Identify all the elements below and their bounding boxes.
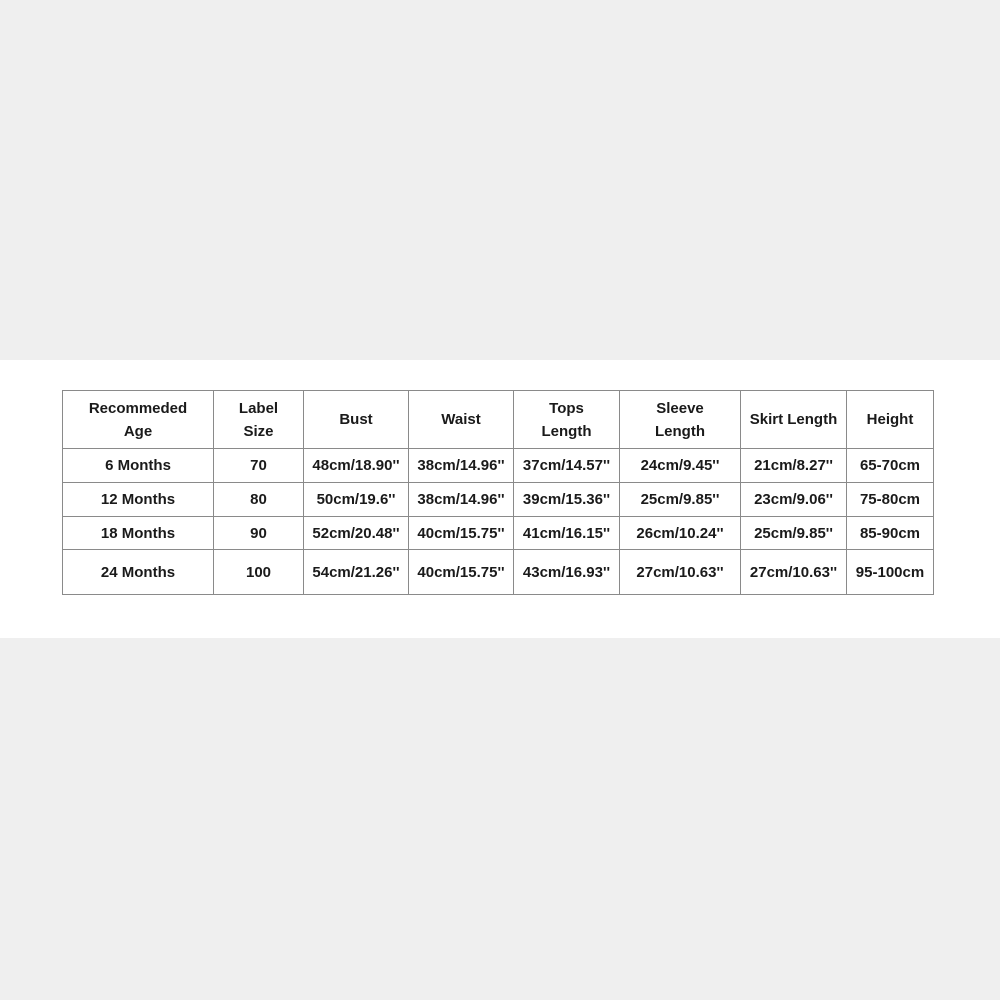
cell-sleeve-length: 24cm/9.45'' [619, 448, 741, 483]
cell-label-size: 80 [213, 482, 304, 517]
header-bust: Bust [303, 390, 409, 449]
header-line: Label [238, 399, 279, 417]
header-line: Size [243, 422, 274, 440]
cell-bust: 50cm/19.6'' [303, 482, 409, 517]
cell-height: 65-70cm [846, 448, 934, 483]
cell-age: 6 Months [62, 448, 214, 483]
cell-skirt-length: 23cm/9.06'' [740, 482, 847, 517]
cell-sleeve-length: 27cm/10.63'' [619, 549, 741, 595]
header-line: Length [655, 422, 705, 440]
cell-sleeve-length: 26cm/10.24'' [619, 516, 741, 550]
cell-bust: 54cm/21.26'' [303, 549, 409, 595]
header-line: Height [866, 411, 914, 428]
cell-label-size: 70 [213, 448, 304, 483]
header-recommended-age: Recommeded Age [62, 390, 214, 449]
cell-height: 85-90cm [846, 516, 934, 550]
size-chart-table: Recommeded Age Label Size Bust Waist Top… [62, 390, 934, 595]
cell-waist: 40cm/15.75'' [408, 549, 514, 595]
cell-label-size: 100 [213, 549, 304, 595]
header-height: Height [846, 390, 934, 449]
header-line: Tops [549, 399, 584, 417]
cell-label-size: 90 [213, 516, 304, 550]
cell-bust: 48cm/18.90'' [303, 448, 409, 483]
cell-tops-length: 41cm/16.15'' [513, 516, 620, 550]
table-row: 24 Months 100 54cm/21.26'' 40cm/15.75'' … [62, 549, 934, 595]
cell-tops-length: 43cm/16.93'' [513, 549, 620, 595]
header-skirt-length: Skirt Length [740, 390, 847, 449]
header-sleeve-length: Sleeve Length [619, 390, 741, 449]
header-label-size: Label Size [213, 390, 304, 449]
cell-waist: 38cm/14.96'' [408, 482, 514, 517]
cell-age: 12 Months [62, 482, 214, 517]
header-tops-length: Tops Length [513, 390, 620, 449]
cell-age: 24 Months [62, 549, 214, 595]
header-line: Bust [339, 411, 373, 428]
cell-skirt-length: 27cm/10.63'' [740, 549, 847, 595]
table-row: 6 Months 70 48cm/18.90'' 38cm/14.96'' 37… [62, 448, 934, 483]
table-row: 12 Months 80 50cm/19.6'' 38cm/14.96'' 39… [62, 482, 934, 517]
header-line: Skirt Length [749, 411, 838, 428]
table-row: 18 Months 90 52cm/20.48'' 40cm/15.75'' 4… [62, 516, 934, 550]
header-line: Waist [441, 411, 481, 428]
cell-height: 95-100cm [846, 549, 934, 595]
cell-height: 75-80cm [846, 482, 934, 517]
header-line: Length [541, 422, 592, 440]
header-waist: Waist [408, 390, 514, 449]
cell-waist: 38cm/14.96'' [408, 448, 514, 483]
cell-waist: 40cm/15.75'' [408, 516, 514, 550]
header-line: Recommeded [88, 399, 188, 417]
cell-bust: 52cm/20.48'' [303, 516, 409, 550]
cell-sleeve-length: 25cm/9.85'' [619, 482, 741, 517]
header-line: Age [123, 422, 153, 440]
cell-skirt-length: 21cm/8.27'' [740, 448, 847, 483]
cell-tops-length: 37cm/14.57'' [513, 448, 620, 483]
cell-age: 18 Months [62, 516, 214, 550]
header-row: Recommeded Age Label Size Bust Waist Top… [62, 390, 934, 449]
cell-tops-length: 39cm/15.36'' [513, 482, 620, 517]
cell-skirt-length: 25cm/9.85'' [740, 516, 847, 550]
header-line: Sleeve [656, 399, 704, 417]
